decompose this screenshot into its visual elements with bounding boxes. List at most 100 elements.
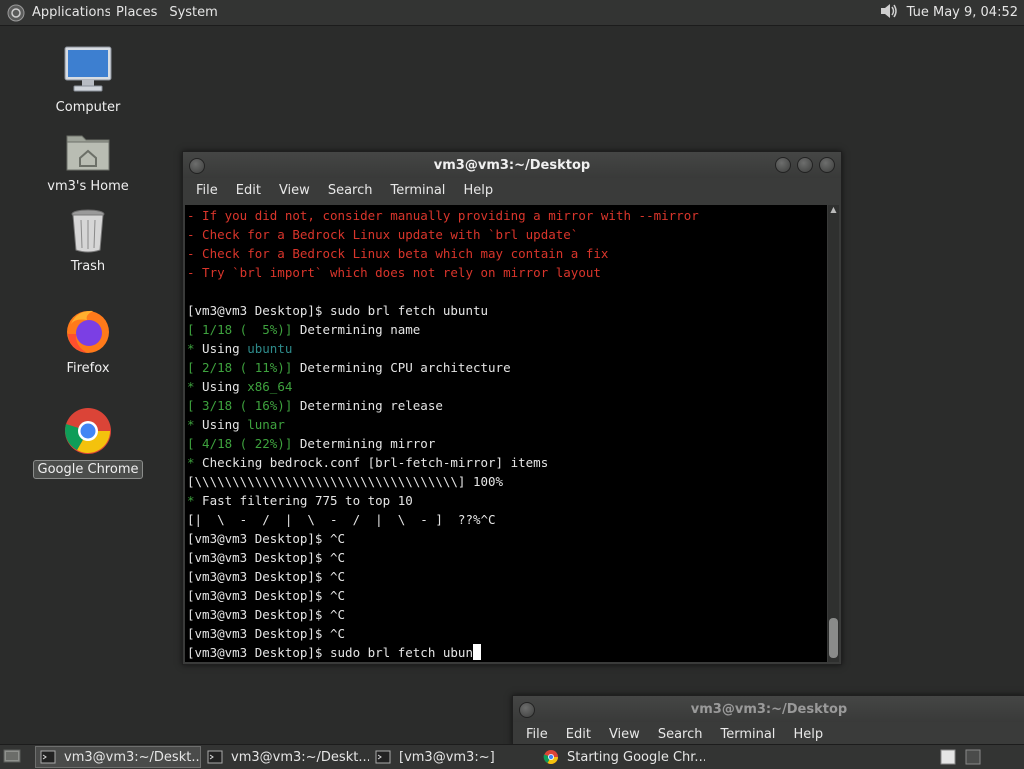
terminal-text: * <box>187 379 195 394</box>
window-menu-button[interactable] <box>519 702 535 718</box>
terminal-line: [vm3@vm3 Desktop]$ sudo brl fetch ubuntu <box>187 301 827 320</box>
top-panel: Applications Places System Tue May 9, 04… <box>0 0 1024 26</box>
desktop-icon-computer[interactable]: Computer <box>33 45 143 116</box>
terminal-text: [vm3@vm3 Desktop]$ ^C <box>187 550 346 565</box>
minimize-button[interactable] <box>775 157 791 173</box>
terminal-line: [vm3@vm3 Desktop]$ ^C <box>187 586 827 605</box>
taskbar-item[interactable]: [vm3@vm3:~] <box>371 746 537 768</box>
terminal-text: Determining CPU architecture <box>292 360 511 375</box>
menu-terminal[interactable]: Terminal <box>711 727 784 742</box>
taskbar-item[interactable]: vm3@vm3:~/Deskt... <box>203 746 369 768</box>
computer-icon <box>64 46 112 92</box>
desktop-icon-firefox[interactable]: Firefox <box>33 306 143 377</box>
applications-menu[interactable]: Applications <box>30 0 110 25</box>
desktop-icon-label: Computer <box>55 100 121 115</box>
terminal-line: - Check for a Bedrock Linux beta which m… <box>187 244 827 263</box>
terminal-text: [ 4/18 ( 22%)] <box>187 436 293 451</box>
show-desktop-icon[interactable] <box>3 748 21 768</box>
terminal-line: [ 4/18 ( 22%)] Determining mirror <box>187 434 827 453</box>
terminal-cursor <box>472 644 481 660</box>
window-titlebar[interactable]: vm3@vm3:~/Desktop <box>183 152 841 178</box>
terminal-text: * <box>187 417 195 432</box>
window-title: vm3@vm3:~/Desktop <box>690 701 848 717</box>
terminal-text: [ 3/18 ( 16%)] <box>187 398 293 413</box>
terminal-line: [vm3@vm3 Desktop]$ ^C <box>187 624 827 643</box>
desktop-icon-label: Firefox <box>66 361 110 376</box>
terminal-line: * Fast filtering 775 to top 10 <box>187 491 827 510</box>
desktop-icon-label: Google Chrome <box>32 460 144 479</box>
menu-search[interactable]: Search <box>649 727 712 742</box>
close-button[interactable] <box>819 157 835 173</box>
terminal-text: [vm3@vm3 Desktop]$ ^C <box>187 626 346 641</box>
background-terminal-window[interactable]: vm3@vm3:~/Desktop File Edit View Search … <box>512 695 1024 747</box>
menu-view[interactable]: View <box>600 727 649 742</box>
terminal-text: * <box>187 493 195 508</box>
desktop-icon-trash[interactable]: Trash <box>33 208 143 275</box>
system-menu[interactable]: System <box>163 0 223 25</box>
scrollbar-thumb[interactable] <box>829 618 838 658</box>
window-title: vm3@vm3:~/Desktop <box>433 157 591 173</box>
terminal-icon <box>40 750 56 764</box>
terminal-line: [| \ - / | \ - / | \ - ] ??%^C <box>187 510 827 529</box>
terminal-text: [vm3@vm3 Desktop]$ ^C <box>187 531 346 546</box>
menu-view[interactable]: View <box>270 183 319 198</box>
terminal-icon <box>207 750 223 764</box>
taskbar-item-label: vm3@vm3:~/Deskt... <box>231 749 369 765</box>
terminal-line: - If you did not, consider manually prov… <box>187 206 827 225</box>
menu-file[interactable]: File <box>517 727 557 742</box>
window-menubar: File Edit View Search Terminal Help <box>183 178 841 203</box>
terminal-line: [vm3@vm3 Desktop]$ ^C <box>187 529 827 548</box>
volume-icon[interactable] <box>879 1 899 25</box>
terminal-scrollbar[interactable]: ▲ <box>828 205 839 662</box>
terminal-text: Using <box>194 379 248 394</box>
menu-terminal[interactable]: Terminal <box>381 183 454 198</box>
terminal-text: - Check for a Bedrock Linux beta which m… <box>187 246 609 261</box>
mate-logo-icon[interactable] <box>6 3 26 23</box>
window-menu-button[interactable] <box>189 158 205 174</box>
workspace-switcher-icon[interactable] <box>940 749 956 769</box>
terminal-line: * Checking bedrock.conf [brl-fetch-mirro… <box>187 453 827 472</box>
taskbar-item[interactable]: Starting Google Chr... <box>539 746 705 768</box>
chrome-icon <box>543 750 558 764</box>
menu-help[interactable]: Help <box>784 727 832 742</box>
firefox-icon <box>67 310 109 353</box>
terminal-line: [vm3@vm3 Desktop]$ ^C <box>187 605 827 624</box>
terminal-text: lunar <box>247 417 285 432</box>
menu-search[interactable]: Search <box>319 183 382 198</box>
bottom-panel: vm3@vm3:~/Deskt... vm3@vm3:~/Deskt... [v… <box>0 744 1024 769</box>
terminal-text: - Check for a Bedrock Linux update with … <box>187 227 579 242</box>
taskbar-item-label: vm3@vm3:~/Deskt... <box>64 749 201 765</box>
terminal-text: - If you did not, consider manually prov… <box>187 208 699 223</box>
terminal-text: [ 2/18 ( 11%)] <box>187 360 293 375</box>
terminal-text: Determining release <box>292 398 443 413</box>
menu-edit[interactable]: Edit <box>227 183 270 198</box>
workspace-switcher-icon[interactable] <box>965 749 981 769</box>
terminal-line: [vm3@vm3 Desktop]$ sudo brl fetch ubun <box>187 643 827 662</box>
terminal-line: [\\\\\\\\\\\\\\\\\\\\\\\\\\\\\\\\\\\] 10… <box>187 472 827 491</box>
places-menu[interactable]: Places <box>110 0 163 25</box>
chrome-icon <box>65 408 111 454</box>
terminal-icon <box>375 750 391 764</box>
panel-clock[interactable]: Tue May 9, 04:52 <box>899 5 1020 20</box>
terminal-line: * Using x86_64 <box>187 377 827 396</box>
terminal-line: [ 2/18 ( 11%)] Determining CPU architect… <box>187 358 827 377</box>
terminal-text: Determining mirror <box>292 436 436 451</box>
terminal-line: - Try `brl import` which does not rely o… <box>187 263 827 282</box>
window-titlebar[interactable]: vm3@vm3:~/Desktop <box>513 696 1024 722</box>
desktop-icon-home[interactable]: vm3's Home <box>33 128 143 195</box>
menu-file[interactable]: File <box>187 183 227 198</box>
trash-icon <box>71 209 105 253</box>
menu-edit[interactable]: Edit <box>557 727 600 742</box>
menu-help[interactable]: Help <box>454 183 502 198</box>
scroll-up-arrow-icon[interactable]: ▲ <box>829 205 838 214</box>
taskbar-item[interactable]: vm3@vm3:~/Deskt... <box>35 746 201 768</box>
terminal-line: [ 3/18 ( 16%)] Determining release <box>187 396 827 415</box>
terminal-output[interactable]: - If you did not, consider manually prov… <box>185 205 827 662</box>
terminal-window[interactable]: vm3@vm3:~/Desktop File Edit View Search … <box>182 151 842 665</box>
maximize-button[interactable] <box>797 157 813 173</box>
terminal-text: [| \ - / | \ - / | \ - ] ??%^C <box>187 512 496 527</box>
desktop-icon-chrome[interactable]: Google Chrome <box>32 406 144 479</box>
terminal-text: Determining name <box>292 322 421 337</box>
terminal-text: x86_64 <box>247 379 293 394</box>
terminal-text: * <box>187 341 195 356</box>
